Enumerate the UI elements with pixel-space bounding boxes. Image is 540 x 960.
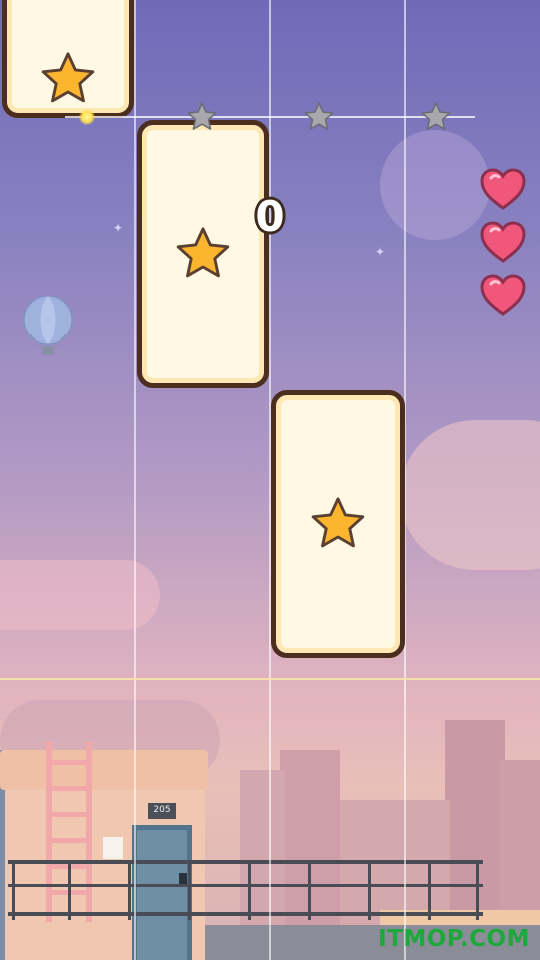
cloud-left [0,560,160,630]
roof-railing [8,860,483,920]
star-icon [41,52,95,103]
hit-line [0,678,540,680]
score-counter: 0 [255,192,285,241]
progress-star-icon [304,102,334,130]
watermark: ITMOP.COM [378,926,530,952]
heart-icon [480,274,526,316]
progress-star-icon [187,102,217,130]
lane-divider [134,0,136,960]
heart-icon [480,168,526,210]
room-number-plate: 205 [153,805,171,815]
tile[interactable] [271,390,405,658]
hot-air-balloon-icon [23,296,73,355]
progress-track [65,116,475,118]
cloud-top-right [380,130,490,240]
rooftop-building [0,750,208,960]
heart-icon [480,221,526,263]
cloud-right [400,420,540,570]
progress-star-icon [421,102,451,130]
sparkle: ✦ [375,245,386,259]
tile[interactable] [2,0,134,118]
star-icon [311,497,365,548]
star-icon [176,227,230,278]
sparkle: ✦ [113,221,124,235]
game-stage: ✦ ✦ 205 0 ITMOP.COM [0,0,540,960]
progress-marker [79,109,95,125]
tile[interactable] [137,120,269,388]
